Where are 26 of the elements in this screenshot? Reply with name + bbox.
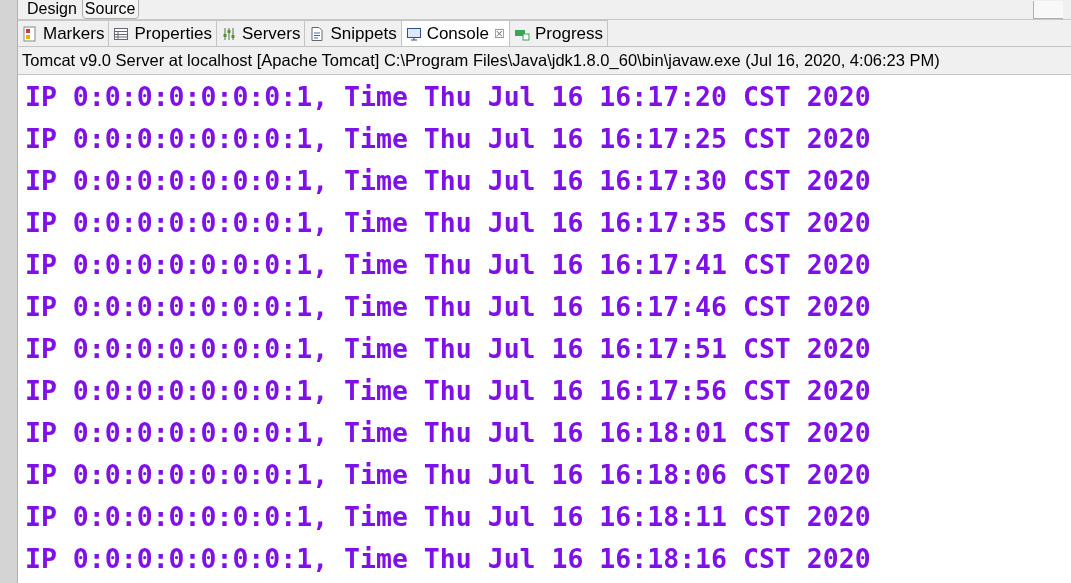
table-icon xyxy=(113,25,130,42)
close-icon[interactable]: ☒ xyxy=(494,24,505,43)
console-line: IP 0:0:0:0:0:0:0:1, Time Thu Jul 16 16:17:35 CST 2020 xyxy=(25,206,871,240)
console-line: IP 0:0:0:0:0:0:0:1, Time Thu Jul 16 16:18:11 CST 2020 xyxy=(25,500,871,534)
scroll-box[interactable] xyxy=(1033,1,1063,19)
view-tab[interactable]: Progress xyxy=(510,20,609,46)
console-line: IP 0:0:0:0:0:0:0:1, Time Thu Jul 16 16:17:41 CST 2020 xyxy=(25,248,871,282)
console-line: IP 0:0:0:0:0:0:0:1, Time Thu Jul 16 16:17:30 CST 2020 xyxy=(25,164,871,198)
view-tab[interactable]: Snippets xyxy=(305,20,402,46)
view-tab[interactable]: Servers xyxy=(216,20,306,46)
view-tab[interactable]: Properties xyxy=(109,20,217,46)
console-line: IP 0:0:0:0:0:0:0:1, Time Thu Jul 16 16:18:06 CST 2020 xyxy=(25,458,871,492)
monitor-icon xyxy=(405,25,422,42)
view-tab[interactable]: Markers xyxy=(18,20,110,46)
view-tab[interactable]: Console ☒ xyxy=(401,20,510,46)
markers-icon xyxy=(22,25,38,42)
editor-tab[interactable]: Source xyxy=(81,0,139,19)
document-icon xyxy=(309,25,326,42)
console-line: IP 0:0:0:0:0:0:0:1, Time Thu Jul 16 16:17:56 CST 2020 xyxy=(25,374,871,408)
console-line: IP 0:0:0:0:0:0:0:1, Time Thu Jul 16 16:17:51 CST 2020 xyxy=(25,332,871,366)
console-line: IP 0:0:0:0:0:0:0:1, Time Thu Jul 16 16:17:25 CST 2020 xyxy=(25,122,871,156)
console-line: IP 0:0:0:0:0:0:0:1, Time Thu Jul 16 16:17:20 CST 2020 xyxy=(25,80,871,114)
editor-tab[interactable]: Design xyxy=(24,0,80,19)
console-line: IP 0:0:0:0:0:0:0:1, Time Thu Jul 16 16:18:01 CST 2020 xyxy=(25,416,871,450)
console-line: IP 0:0:0:0:0:0:0:1, Time Thu Jul 16 16:18:16 CST 2020 xyxy=(25,542,871,576)
console-line: IP 0:0:0:0:0:0:0:1, Time Thu Jul 16 16:17:46 CST 2020 xyxy=(25,290,871,324)
